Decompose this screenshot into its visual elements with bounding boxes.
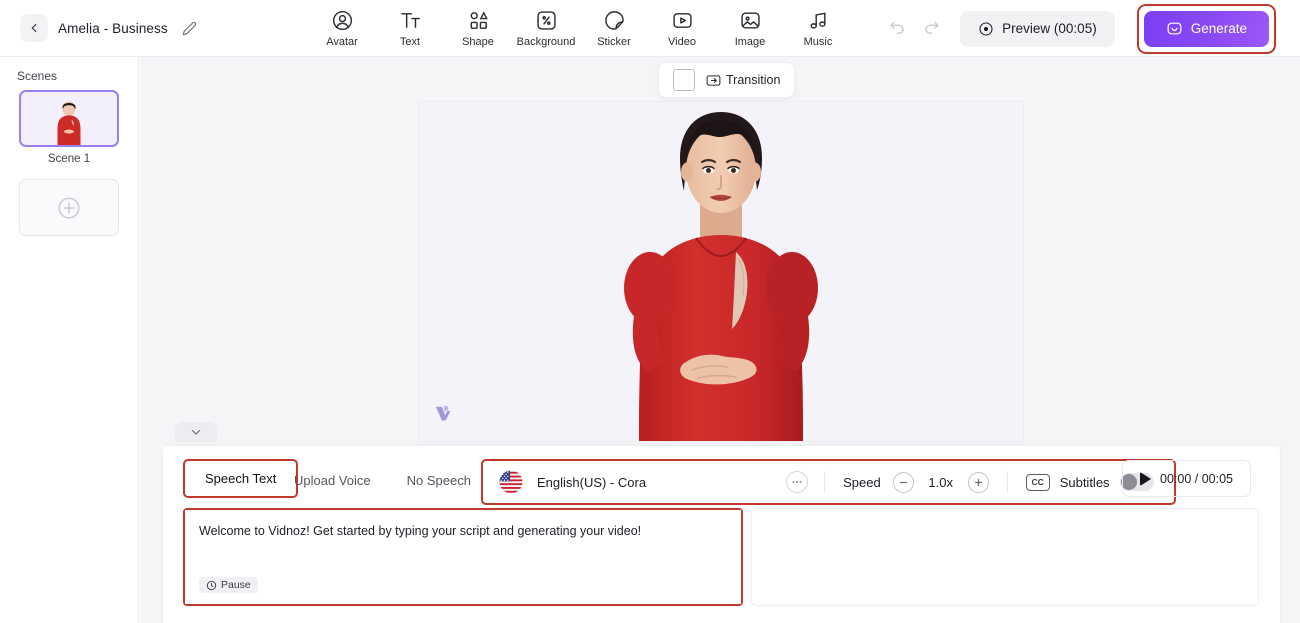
toolbar-item-sticker[interactable]: Sticker — [580, 6, 648, 48]
toolbar-label: Text — [399, 36, 421, 48]
app-header: Amelia - Business Avatar Text Shape Back… — [0, 0, 1300, 57]
background-icon — [535, 9, 558, 32]
transition-thumbnail[interactable] — [673, 69, 695, 91]
music-icon — [807, 9, 830, 32]
toolbar-item-shape[interactable]: Shape — [444, 6, 512, 48]
play-circle-icon — [978, 21, 994, 37]
preview-label: Preview (00:05) — [1002, 21, 1097, 36]
toolbar-label: Image — [734, 36, 766, 48]
sticker-icon — [603, 9, 626, 32]
vidnoz-logo-icon — [433, 403, 453, 423]
canvas-area: Transition — [140, 57, 1300, 442]
project-title: Amelia - Business — [58, 20, 168, 36]
subtitles-label: Subtitles — [1059, 474, 1110, 490]
preview-button[interactable]: Preview (00:05) — [960, 10, 1115, 47]
transition-bar: Transition — [658, 62, 796, 98]
pencil-icon[interactable] — [182, 21, 197, 36]
playback-time-label: 00:00 / 00:05 — [1160, 471, 1233, 486]
text-icon — [399, 9, 422, 32]
generate-button[interactable]: Generate — [1143, 10, 1269, 47]
redo-icon — [922, 19, 941, 38]
toolbar-label: Shape — [462, 36, 494, 48]
video-stage[interactable] — [418, 101, 1024, 442]
scene-avatar-preview — [52, 99, 86, 145]
speech-tabs-rest: Upload Voice No Speech — [276, 465, 489, 496]
speed-control: Speed 1.0x — [825, 471, 1007, 493]
add-scene-button[interactable] — [19, 179, 119, 236]
transition-icon — [705, 72, 722, 89]
toolbar-item-video[interactable]: Video — [648, 6, 716, 48]
toolbar-label: Video — [668, 36, 696, 48]
collapse-panel-button[interactable] — [175, 422, 217, 442]
chevron-down-icon — [189, 425, 203, 439]
transition-button[interactable]: Transition — [705, 72, 780, 89]
speed-value: 1.0x — [928, 474, 953, 490]
tab-no-speech[interactable]: No Speech — [389, 465, 489, 496]
redo-button[interactable] — [914, 12, 948, 46]
scenes-sidebar: Scenes Scene 1 — [0, 57, 139, 623]
voice-name-label[interactable]: English(US) - Cora — [537, 475, 646, 490]
undo-icon — [888, 19, 907, 38]
toolbar-label: Background — [516, 36, 576, 48]
pause-button[interactable]: Pause — [199, 577, 258, 593]
avatar-icon — [331, 9, 354, 32]
minus-circle-icon[interactable] — [892, 471, 914, 493]
toolbar-item-text[interactable]: Text — [376, 6, 444, 48]
speech-panel: Speech Text Upload Voice No Speech Engli… — [163, 446, 1280, 623]
generate-highlight: Generate — [1136, 3, 1276, 54]
toolbar-label: Music — [803, 36, 833, 48]
scenes-title: Scenes — [17, 69, 58, 83]
us-flag-icon — [499, 470, 523, 494]
pause-label: Pause — [221, 579, 251, 591]
image-icon — [739, 9, 762, 32]
script-editor[interactable]: Welcome to Vidnoz! Get started by typing… — [185, 510, 741, 604]
header-right-group: Preview (00:05) Generate — [880, 0, 1300, 57]
play-icon[interactable] — [1140, 471, 1151, 486]
plus-circle-icon[interactable] — [967, 471, 989, 493]
toolbar-item-avatar[interactable]: Avatar — [308, 6, 376, 48]
scene-label: Scene 1 — [47, 153, 91, 165]
avatar-figure[interactable] — [576, 102, 866, 441]
header-left-group: Amelia - Business — [0, 14, 197, 42]
generate-label: Generate — [1190, 21, 1247, 36]
ellipsis-icon[interactable] — [786, 471, 809, 493]
speed-label: Speed — [843, 474, 881, 490]
toolbar-item-image[interactable]: Image — [716, 6, 784, 48]
sparkle-face-icon — [1166, 20, 1183, 37]
voice-controls: English(US) - Cora Speed 1.0x CC Subtitl… — [485, 463, 1172, 501]
script-text: Welcome to Vidnoz! Get started by typing… — [199, 524, 642, 538]
script-editor-secondary[interactable] — [751, 508, 1259, 606]
scene-thumbnail-1[interactable] — [19, 90, 119, 147]
plus-circle-icon — [56, 195, 82, 221]
cc-icon: CC — [1025, 473, 1050, 491]
panel-gutter-left — [140, 442, 163, 623]
video-icon — [671, 9, 694, 32]
chevron-left-icon — [27, 21, 41, 35]
undo-button[interactable] — [880, 12, 914, 46]
clock-icon — [206, 580, 217, 591]
script-editor-highlight: Welcome to Vidnoz! Get started by typing… — [183, 508, 743, 606]
shape-icon — [467, 9, 490, 32]
toolbar-label: Avatar — [326, 36, 358, 48]
editor-toolbar: Avatar Text Shape Background Sticker Vid… — [308, 6, 852, 48]
panel-gutter-right — [1280, 442, 1300, 623]
toolbar-item-background[interactable]: Background — [512, 6, 580, 48]
back-button[interactable] — [20, 14, 48, 42]
transition-label: Transition — [726, 73, 781, 87]
video-editor-app: Amelia - Business Avatar Text Shape Back… — [0, 0, 1300, 623]
playback-time-box[interactable]: 00:00 / 00:05 — [1122, 460, 1251, 497]
tab-upload-voice[interactable]: Upload Voice — [276, 465, 389, 496]
toolbar-item-music[interactable]: Music — [784, 6, 852, 48]
voice-controls-highlight: English(US) - Cora Speed 1.0x CC Subtitl… — [481, 459, 1176, 505]
toolbar-label: Sticker — [597, 36, 631, 48]
